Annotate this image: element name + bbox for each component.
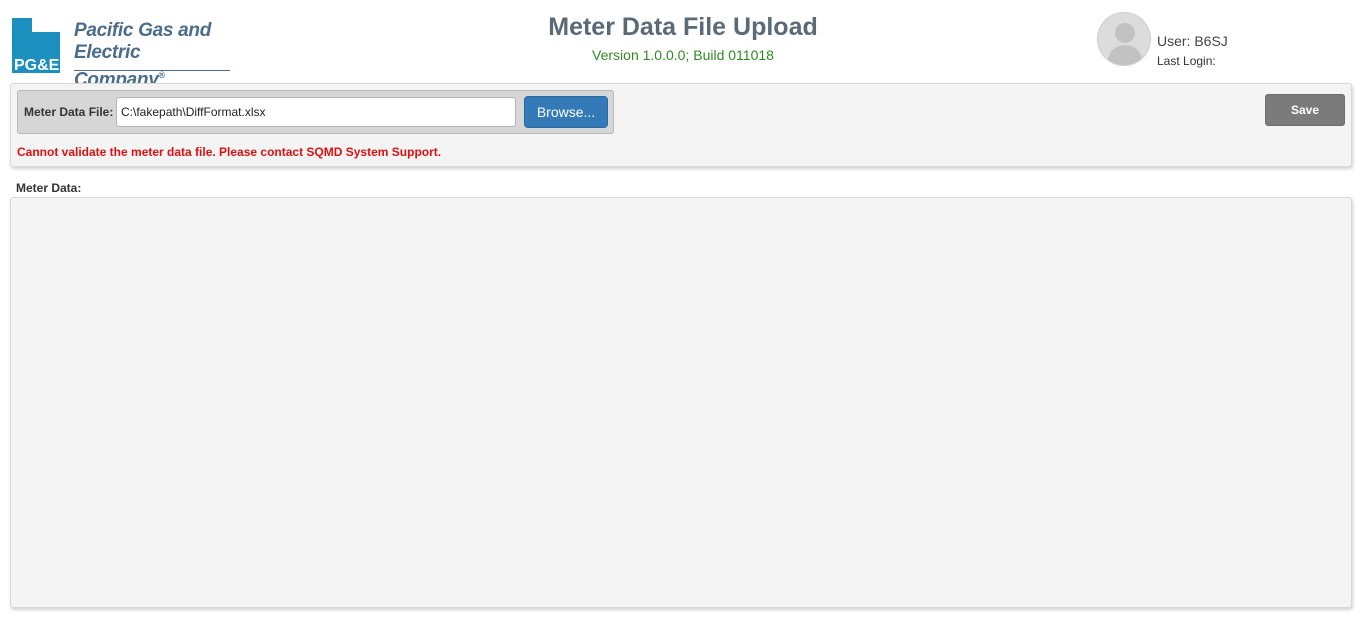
page-title: Meter Data File Upload bbox=[548, 13, 818, 41]
save-button[interactable]: Save bbox=[1265, 94, 1345, 126]
upload-panel: Meter Data File: Browse... Save Cannot v… bbox=[10, 83, 1352, 167]
company-name-line1: Pacific Gas and bbox=[74, 20, 212, 41]
pge-logo: PG&E Pacific Gas and Electric Company® bbox=[12, 18, 232, 90]
error-message: Cannot validate the meter data file. Ple… bbox=[17, 145, 442, 159]
file-select-group: Meter Data File: Browse... bbox=[17, 90, 614, 134]
user-name: User: B6SJ bbox=[1157, 33, 1228, 49]
file-label: Meter Data File: bbox=[24, 105, 114, 119]
meter-data-area bbox=[10, 197, 1352, 608]
logo-mark-text: PG&E bbox=[14, 57, 60, 73]
pge-logo-mark: PG&E bbox=[12, 18, 60, 73]
company-name: Pacific Gas and Electric Company® bbox=[74, 20, 232, 91]
last-login: Last Login: bbox=[1157, 54, 1216, 68]
title-block: Meter Data File Upload Version 1.0.0.0; … bbox=[433, 12, 933, 63]
page-header: PG&E Pacific Gas and Electric Company® M… bbox=[0, 0, 1366, 90]
browse-button[interactable]: Browse... bbox=[524, 96, 608, 128]
avatar-graphic bbox=[1107, 23, 1143, 65]
meter-data-label: Meter Data: bbox=[16, 181, 82, 195]
version-info: Version 1.0.0.0; Build 011018 bbox=[592, 47, 774, 63]
file-path-input[interactable] bbox=[116, 97, 516, 127]
user-info: User: B6SJ Last Login: bbox=[1097, 12, 1357, 68]
user-silhouette-icon[interactable] bbox=[1097, 12, 1151, 66]
registered-mark: ® bbox=[158, 70, 165, 80]
logo-underline bbox=[74, 70, 230, 71]
